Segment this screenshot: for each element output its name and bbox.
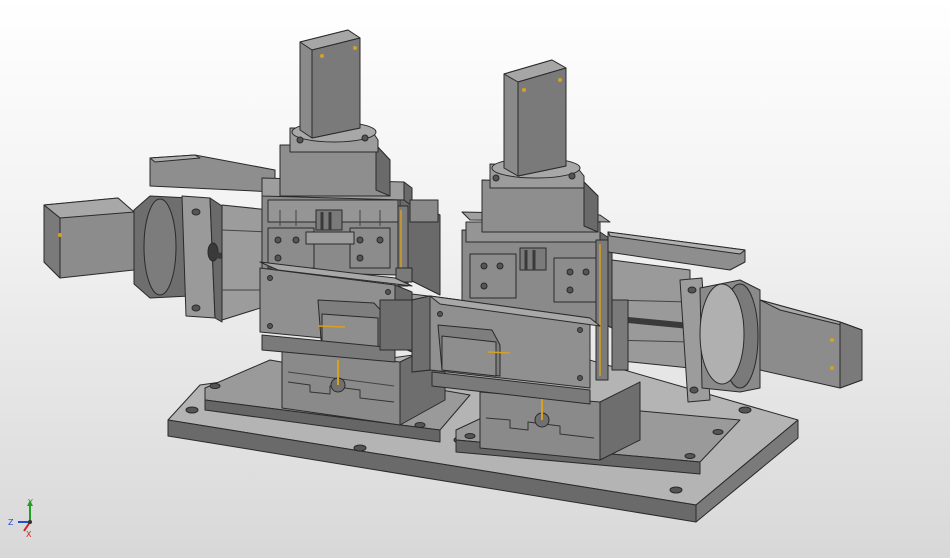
y-axis-label: Y xyxy=(27,498,33,507)
triad-origin xyxy=(28,520,32,524)
right-servo-motor[interactable] xyxy=(679,277,863,403)
left-slide-plate[interactable] xyxy=(259,261,413,363)
z-axis-label: Z xyxy=(8,518,14,527)
orientation-triad[interactable]: Y Z X xyxy=(6,498,50,538)
right-vertical-motor[interactable] xyxy=(481,59,599,233)
assembly-model[interactable] xyxy=(0,0,950,558)
x-axis-label: X xyxy=(26,530,32,538)
cad-viewport[interactable]: Y Z X xyxy=(0,0,950,558)
left-vertical-motor[interactable] xyxy=(279,29,391,197)
